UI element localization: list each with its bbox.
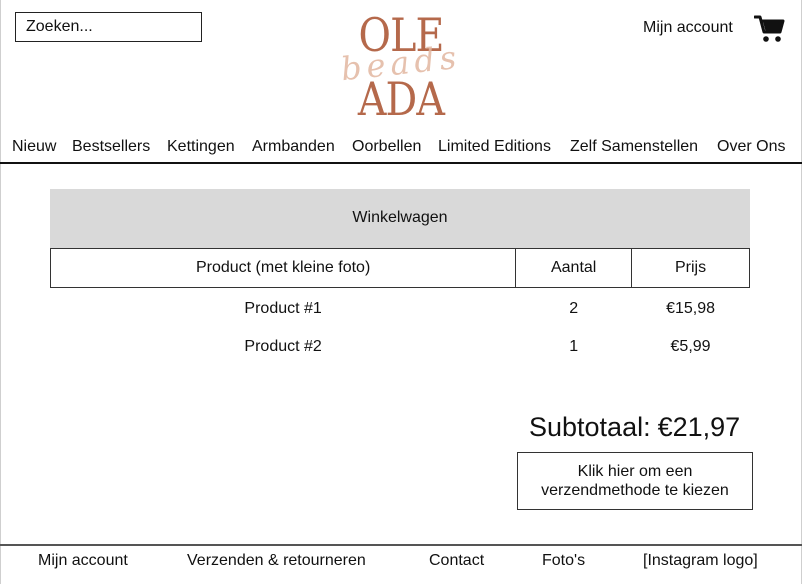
nav-item-bestsellers[interactable]: Bestsellers — [72, 138, 150, 156]
footer-link-contact[interactable]: Contact — [429, 552, 484, 570]
shipping-button-line-2: verzendmethode te kiezen — [541, 482, 729, 499]
cart-panel: Winkelwagen Product (met kleine foto) Aa… — [49, 189, 750, 355]
footer-link-shipping-returns[interactable]: Verzenden & retourneren — [187, 552, 366, 570]
instagram-logo-placeholder[interactable]: [Instagram logo] — [643, 552, 758, 570]
nav-divider — [0, 162, 802, 164]
cell-quantity: 1 — [569, 338, 579, 355]
header-account-link[interactable]: Mijn account — [643, 19, 733, 37]
column-header-quantity: Aantal — [515, 248, 633, 288]
cell-quantity: 2 — [569, 300, 579, 317]
nav-item-limited-editions[interactable]: Limited Editions — [438, 138, 551, 156]
shipping-button-line-1: Klik hier om een — [577, 463, 693, 480]
column-header-product: Product (met kleine foto) — [49, 248, 517, 288]
nav-item-nieuw[interactable]: Nieuw — [12, 138, 56, 156]
footer-link-photos[interactable]: Foto's — [542, 552, 585, 570]
cart-title: Winkelwagen — [50, 189, 750, 248]
cell-product[interactable]: Product #2 — [51, 328, 516, 366]
page-frame-left — [0, 0, 1, 584]
subtotal-value: €21,97 — [657, 412, 741, 442]
table-row[interactable]: Product #2 1 €5,99 — [51, 328, 750, 366]
nav-item-zelf-samenstellen[interactable]: Zelf Samenstellen — [570, 138, 698, 156]
nav-item-over-ons[interactable]: Over Ons — [717, 138, 785, 156]
table-header-row: Product (met kleine foto) Aantal Prijs — [49, 248, 750, 288]
search-input[interactable] — [15, 12, 202, 42]
main-nav: Nieuw Bestsellers Kettingen Armbanden Oo… — [0, 138, 802, 160]
brand-logo[interactable]: OLE beads ADA — [339, 8, 463, 126]
subtotal-label: Subtotaal: — [529, 412, 651, 442]
nav-item-oorbellen[interactable]: Oorbellen — [352, 138, 421, 156]
table-row[interactable]: Product #1 2 €15,98 — [51, 288, 750, 329]
footer-link-account[interactable]: Mijn account — [38, 552, 128, 570]
choose-shipping-button[interactable]: Klik hier om een verzendmethode te kieze… — [517, 452, 753, 510]
column-header-price: Prijs — [631, 248, 750, 288]
subtotal: Subtotaal: €21,97 — [529, 412, 740, 443]
nav-item-kettingen[interactable]: Kettingen — [167, 138, 235, 156]
footer-divider — [0, 544, 802, 546]
cell-price: €15,98 — [666, 300, 716, 317]
nav-item-armbanden[interactable]: Armbanden — [252, 138, 335, 156]
shopping-cart-icon[interactable] — [754, 14, 786, 44]
cart-table: Product (met kleine foto) Aantal Prijs P… — [49, 248, 750, 366]
logo-line-3: ADA — [357, 72, 445, 126]
cell-product[interactable]: Product #1 — [51, 288, 516, 329]
cell-price: €5,99 — [670, 338, 711, 355]
